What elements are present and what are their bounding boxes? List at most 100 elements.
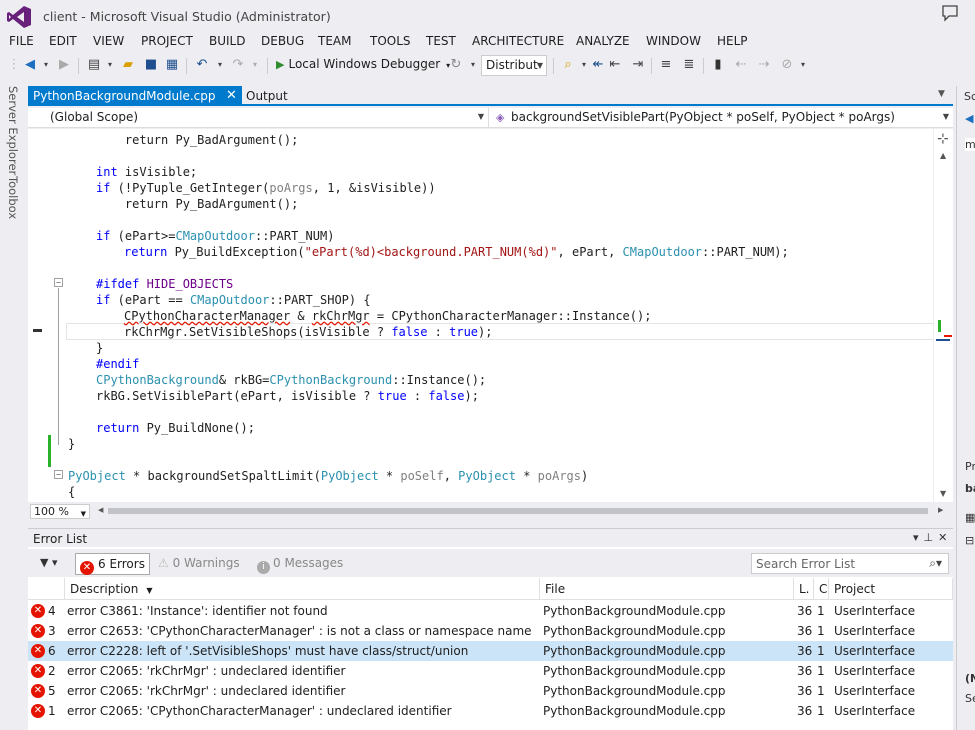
menu-test[interactable]: TEST — [426, 34, 456, 48]
error-row[interactable]: ✕ 3 error C2653: 'CPythonCharacterManage… — [28, 621, 953, 641]
search-icon[interactable]: ⌕▾ — [929, 556, 942, 571]
column-header-file[interactable]: File — [540, 578, 794, 600]
menu-edit[interactable]: EDIT — [49, 34, 77, 48]
collapse-icon[interactable]: − — [54, 470, 63, 479]
horizontal-scrollbar[interactable]: ◀ ▶ — [98, 506, 948, 516]
scope-select[interactable]: (Global Scope) ▼ — [28, 108, 489, 127]
open-file-icon[interactable]: ▰ — [120, 57, 136, 73]
pin-icon[interactable]: ⊥ — [924, 531, 939, 544]
comment-icon[interactable]: ≡ — [658, 57, 674, 73]
refresh-icon[interactable]: ↻ — [448, 57, 464, 73]
horizontal-scroll-thumb[interactable] — [108, 508, 928, 514]
expand-icon[interactable]: ⊟ — [965, 534, 974, 547]
panel-controls: ▾⊥✕ — [913, 531, 952, 544]
toolbox-tab[interactable]: Toolbox — [6, 176, 20, 219]
member-select[interactable]: ◈ backgroundSetVisiblePart(PyObject * po… — [491, 108, 953, 127]
outdent-icon[interactable]: ⇥ — [630, 57, 646, 73]
error-line: 36! — [797, 664, 812, 678]
next-bookmark-icon[interactable]: ⇢ — [756, 57, 772, 73]
new-project-dropdown-icon[interactable]: ▾ — [102, 57, 118, 73]
menu-architecture[interactable]: ARCHITECTURE — [472, 34, 564, 48]
menu-help[interactable]: HELP — [717, 34, 748, 48]
menu-file[interactable]: FILE — [9, 34, 34, 48]
refresh-dropdown-icon[interactable]: ▾ — [465, 57, 481, 73]
info-icon: i — [257, 561, 270, 574]
categorized-icon[interactable]: ▦ — [965, 511, 975, 524]
code-editor[interactable]: − − return Py_BadArgument(); int isVisib… — [28, 129, 953, 502]
solution-search-input[interactable]: m — [965, 138, 975, 151]
previous-bookmark-icon[interactable]: ⇠ — [733, 57, 749, 73]
column-header-icon[interactable] — [28, 578, 65, 600]
menu-analyze[interactable]: ANALYZE — [576, 34, 630, 48]
save-icon[interactable]: ■ — [143, 57, 159, 73]
code-line: rkChrMgr.SetVisibleShops(isVisible ? fal… — [124, 325, 493, 339]
back-dropdown-icon[interactable]: ▾ — [38, 57, 54, 73]
error-project: UserInterface — [834, 664, 916, 678]
scroll-up-icon[interactable]: ▲ — [940, 151, 946, 160]
redo-dropdown-icon[interactable]: ▾ — [247, 57, 263, 73]
navigate-forward-icon[interactable]: ▶ — [56, 57, 72, 73]
server-explorer-tab[interactable]: Server Explorer — [6, 86, 20, 175]
scroll-left-icon[interactable]: ◀ — [98, 506, 103, 514]
find-in-files-icon[interactable]: ⌕ — [560, 57, 576, 73]
toolbar-separator — [78, 58, 79, 74]
code-line: return Py_BadArgument(); — [96, 197, 299, 211]
solution-configuration-select[interactable]: Distribut ▼ — [481, 55, 547, 76]
toolbar-options-icon[interactable]: ▾ — [795, 57, 811, 73]
error-row[interactable]: ✕ 1 error C2065: 'CPythonCharacterManage… — [28, 701, 953, 721]
column-header-line[interactable]: L. — [794, 578, 814, 600]
standard-toolbar: ⋮ ◀ ▾ ▶ ▤ ▾ ▰ ■ ▦ ↶ ▾ ↷ ▾ ▶ Local Windows… — [0, 52, 975, 80]
column-header-column[interactable]: C — [814, 578, 829, 600]
errors-filter-label: 6 Errors — [98, 557, 145, 571]
editor-vertical-scrollbar[interactable]: ⊹ ▲ ▼ — [933, 129, 953, 502]
navigate-back-icon[interactable]: ◀ — [22, 57, 38, 73]
tab-output[interactable]: Output — [246, 89, 288, 103]
menu-window[interactable]: WINDOW — [646, 34, 701, 48]
close-icon[interactable]: ✕ — [938, 531, 952, 544]
split-window-icon[interactable]: ⊹ — [937, 131, 949, 147]
clear-bookmarks-icon[interactable]: ⊘ — [779, 57, 795, 73]
scroll-right-icon[interactable]: ▶ — [938, 506, 943, 514]
start-debugging-button[interactable]: ▶ Local Windows Debugger ▾ — [276, 57, 450, 71]
close-icon[interactable]: ✕ — [226, 88, 237, 103]
search-error-list-input[interactable]: Search Error List ⌕▾ — [751, 553, 949, 574]
messages-filter-button[interactable]: i0 Messages — [253, 553, 347, 575]
undo-icon[interactable]: ↶ — [194, 57, 210, 73]
zoom-select[interactable]: 100 % ▼ — [30, 504, 90, 519]
uncomment-icon[interactable]: ≣ — [681, 57, 697, 73]
menu-debug[interactable]: DEBUG — [261, 34, 304, 48]
error-list-header: Error List ▾⊥✕ — [28, 529, 953, 547]
redo-icon[interactable]: ↷ — [230, 57, 246, 73]
menu-tools[interactable]: TOOLS — [370, 34, 411, 48]
error-row[interactable]: ✕ 4 error C3861: 'Instance': identifier … — [28, 601, 953, 621]
menu-project[interactable]: PROJECT — [141, 34, 193, 48]
new-project-icon[interactable]: ▤ — [86, 57, 102, 73]
feedback-icon[interactable] — [940, 4, 960, 22]
column-header-description[interactable]: Description ▼ — [65, 578, 540, 600]
window-position-icon[interactable]: ▾ — [913, 531, 924, 544]
error-row[interactable]: ✕ 5 error C2065: 'rkChrMgr' : undeclared… — [28, 681, 953, 701]
error-row[interactable]: ✕ 2 error C2065: 'rkChrMgr' : undeclared… — [28, 661, 953, 681]
filter-icon[interactable]: ▼ ▾ — [40, 556, 57, 569]
column-header-project[interactable]: Project — [829, 578, 953, 600]
errors-filter-button[interactable]: ✕ 6 Errors — [75, 553, 150, 575]
collapse-icon[interactable]: − — [54, 278, 63, 287]
bookmark-previous-icon[interactable]: ↞ — [590, 57, 606, 73]
menu-view[interactable]: VIEW — [93, 34, 124, 48]
scroll-down-icon[interactable]: ▼ — [940, 489, 946, 498]
back-icon[interactable]: ◀ — [965, 112, 973, 125]
tab-python-background-module[interactable]: PythonBackgroundModule.cpp ✕ — [28, 86, 242, 106]
menu-team[interactable]: TEAM — [318, 34, 351, 48]
tab-overflow-icon[interactable]: ▼ — [938, 89, 945, 99]
toolbar-grip-icon: ⋮ — [7, 57, 21, 72]
save-all-icon[interactable]: ▦ — [164, 57, 180, 73]
menu-build[interactable]: BUILD — [209, 34, 245, 48]
bookmark-icon[interactable]: ▮ — [710, 57, 726, 73]
code-area[interactable]: − − return Py_BadArgument(); int isVisib… — [28, 129, 933, 502]
error-row-selected[interactable]: ✕ 6 error C2228: left of '.SetVisibleSho… — [28, 641, 953, 661]
indent-icon[interactable]: ⇤ — [607, 57, 623, 73]
code-line: } — [68, 437, 76, 451]
code-line: CPythonCharacterManager & rkChrMgr = CPy… — [124, 309, 652, 323]
undo-dropdown-icon[interactable]: ▾ — [212, 57, 228, 73]
warnings-filter-button[interactable]: ⚠ 0 Warnings — [154, 553, 244, 575]
